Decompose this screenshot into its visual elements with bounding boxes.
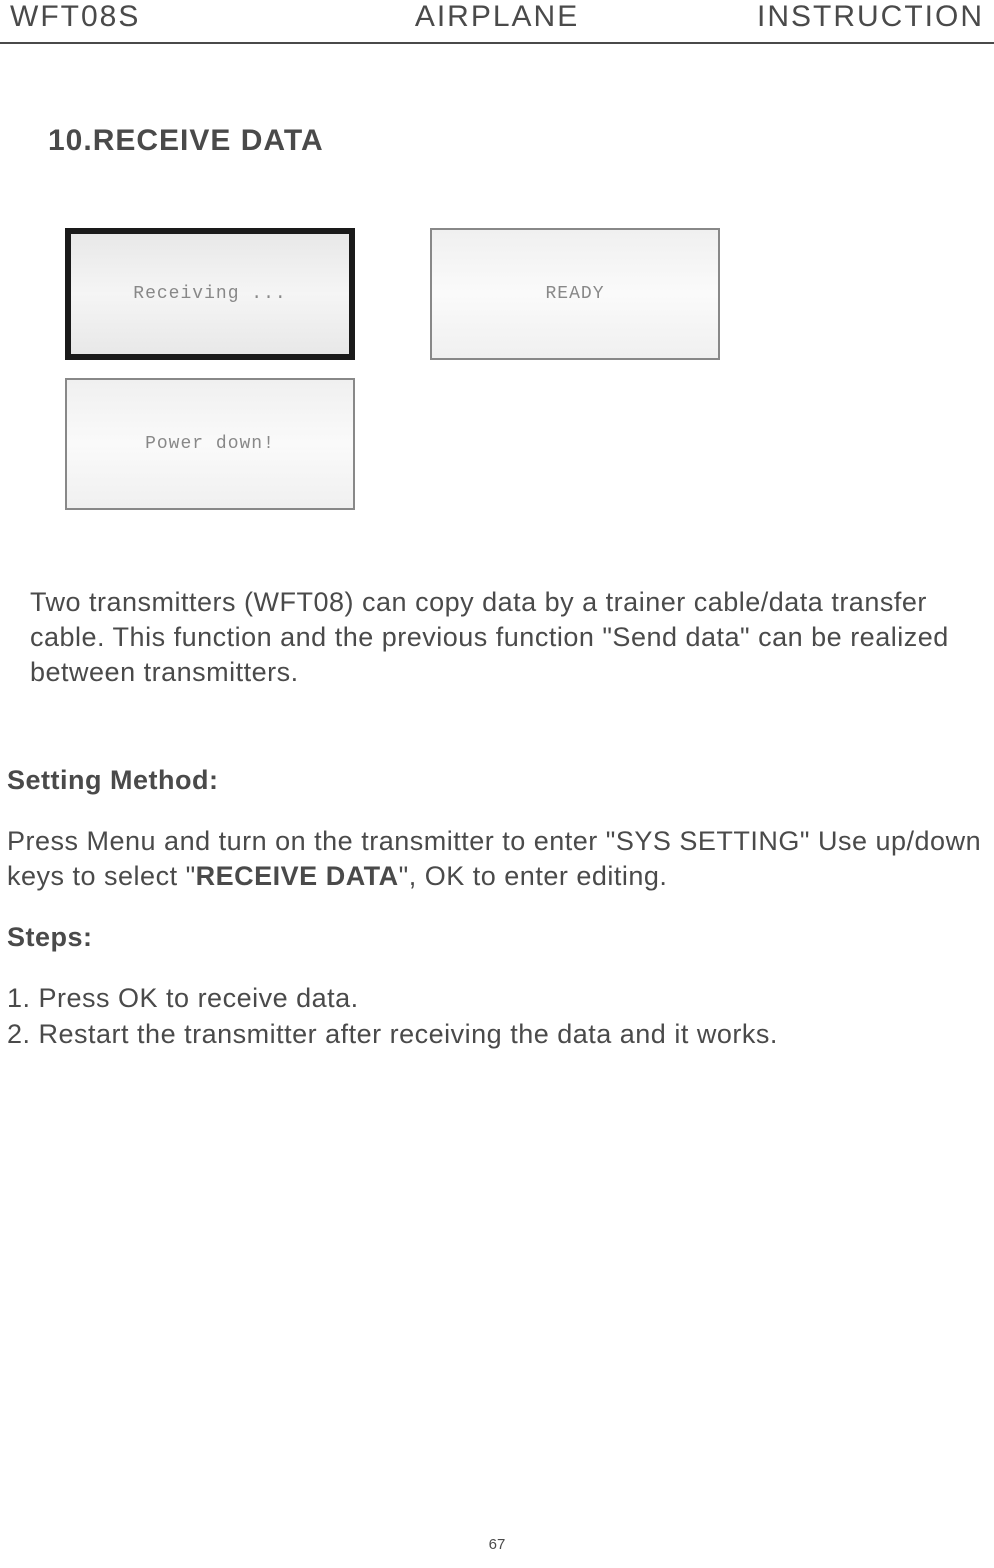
header-category: AIRPLANE	[335, 0, 660, 34]
instruction-post: ", OK to enter editing.	[399, 861, 668, 891]
lcd-screens-group: Receiving ... READY Power down!	[65, 228, 994, 510]
section-title: 10.RECEIVE DATA	[48, 124, 994, 158]
header-doc-type: INSTRUCTION	[659, 0, 984, 34]
step-1: 1. Press OK to receive data.	[7, 981, 994, 1016]
setting-method-instruction: Press Menu and turn on the transmitter t…	[7, 824, 994, 894]
page-number: 67	[489, 1536, 506, 1553]
lcd-power-down: Power down!	[65, 378, 355, 510]
lcd-row-1: Receiving ... READY	[65, 228, 994, 360]
setting-method-title: Setting Method:	[7, 765, 994, 796]
steps-section: Steps: 1. Press OK to receive data. 2. R…	[7, 922, 994, 1051]
lcd-row-2: Power down!	[65, 378, 994, 510]
header-model: WFT08S	[10, 0, 335, 34]
page-header: WFT08S AIRPLANE INSTRUCTION	[0, 0, 994, 44]
steps-list: 1. Press OK to receive data. 2. Restart …	[7, 981, 994, 1051]
lcd-receiving: Receiving ...	[65, 228, 355, 360]
step-2: 2. Restart the transmitter after receivi…	[7, 1017, 994, 1052]
description-text: Two transmitters (WFT08) can copy data b…	[30, 585, 964, 690]
setting-method-section: Setting Method: Press Menu and turn on t…	[7, 765, 994, 894]
steps-title: Steps:	[7, 922, 994, 953]
lcd-ready: READY	[430, 228, 720, 360]
instruction-bold: RECEIVE DATA	[196, 861, 399, 891]
